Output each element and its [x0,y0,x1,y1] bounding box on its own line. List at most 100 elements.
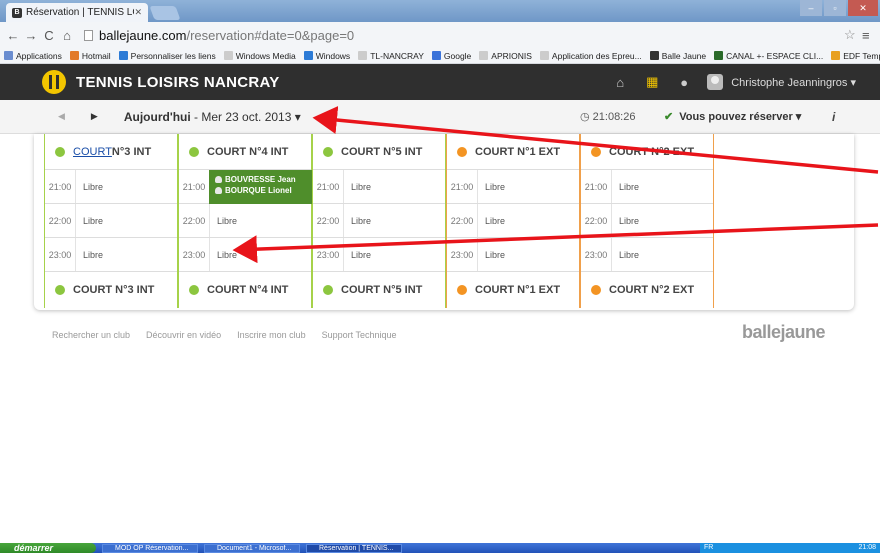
reserve-dropdown[interactable]: ✔ Vous pouvez réserver ▾ [664,100,801,134]
court-header[interactable]: COURT N°3 INT [45,134,177,170]
time-slot[interactable]: 22:00 Libre [45,204,177,238]
slot-divider [343,238,344,271]
slot-status: Libre [217,215,238,226]
time-slot[interactable]: 21:00 BOUVRESSE Jean BOURQUE Lionel [179,170,313,204]
url-domain: ballejaune.com [99,27,187,43]
taskbar-task[interactable]: Réservation | TENNIS... [306,543,402,553]
taskbar-task[interactable]: Document1 - Microsof... [204,543,300,553]
address-bar[interactable]: ballejaune.com/reservation#date=0&page=0 [84,26,844,44]
maximize-window-button[interactable]: ▫ [824,0,846,16]
bookmark-item[interactable]: CANAL +- ESPACE CLI... [714,51,823,61]
court-footer: COURT N°2 EXT [581,272,713,308]
club-name[interactable]: TENNIS LOISIRS NANCRAY [76,74,280,91]
court-footer-name: COURT N°3 INT [73,284,155,296]
bookmark-star-icon[interactable]: ☆ [844,27,862,43]
back-arrow-icon[interactable]: ← [6,28,20,43]
chrome-menu-icon[interactable]: ≡ [862,28,876,43]
bookmark-item[interactable]: Personnaliser les liens [118,51,216,61]
time-label: 21:08:26 [592,111,636,123]
bookmark-item[interactable]: EDF Tempo [831,51,880,61]
club-logo-icon[interactable] [42,70,66,94]
footer-link[interactable]: Découvrir en vidéo [146,330,221,340]
bookmark-item[interactable]: TL-NANCRAY [358,51,424,61]
booking-block[interactable]: BOUVRESSE Jean BOURQUE Lionel [209,170,313,204]
court-name: COURT N°1 EXT [475,145,561,158]
next-day-icon[interactable]: ▶ [91,111,98,122]
time-slot[interactable]: 22:00 Libre [581,204,713,238]
time-slot[interactable]: 22:00 Libre [313,204,445,238]
time-slot[interactable]: 21:00 Libre [45,170,177,204]
windows-taskbar: démarrer MOD OP Réservation... Document1 … [0,543,880,553]
new-tab-button[interactable] [149,6,181,20]
reload-icon[interactable]: C [42,28,56,43]
slot-status: Libre [83,215,104,226]
bookmark-icon [539,51,549,60]
bookmark-item[interactable]: Windows [303,50,351,61]
court-header[interactable]: COURT N°4 INT [179,134,311,170]
time-slot[interactable]: 23:00 Libre [447,238,579,272]
home-icon[interactable]: ⌂ [60,28,74,43]
avatar[interactable] [707,74,724,90]
court-header[interactable]: COURT N°5 INT [313,134,445,170]
app-header: TENNIS LOISIRS NANCRAY ⌂ ▦ ● Christophe … [0,64,880,100]
home-icon[interactable]: ⌂ [609,75,631,90]
time-slot[interactable]: 21:00 Libre [313,170,445,204]
bookmark-item[interactable]: Google [431,51,471,61]
start-button[interactable]: démarrer [0,543,96,553]
time-slot[interactable]: 22:00 Libre [447,204,579,238]
slot-time: 22:00 [316,215,340,226]
time-slot[interactable]: 23:00 Libre [45,238,177,272]
tray-language[interactable]: FR [704,543,713,553]
previous-day-icon[interactable]: ◀ [58,111,65,122]
forward-arrow-icon[interactable]: → [24,28,38,43]
court-column: COURT N°3 INT 21:00 Libre 22:00 Libre 23:00 Li… [44,134,178,308]
time-slot[interactable]: 23:00 Libre [581,238,713,272]
slot-divider [477,170,478,203]
bookmark-item[interactable]: Balle Jaune [649,51,706,61]
bookmark-item[interactable]: Hotmail [69,51,111,61]
footer-link[interactable]: Support Technique [322,330,397,340]
info-icon[interactable]: i [832,100,835,134]
time-slot[interactable]: 21:00 Libre [581,170,713,204]
bookmark-label: Windows [315,50,351,61]
time-slot[interactable]: 22:00 Libre [179,204,311,238]
window-controls: – ▫ ✕ [798,0,878,16]
bookmark-label: APRIONIS [491,50,532,61]
reserve-label: Vous pouvez réserver ▾ [679,111,802,123]
taskbar-task[interactable]: MOD OP Réservation... [102,543,198,553]
footer-link[interactable]: Inscrire mon club [237,330,306,340]
slot-divider [75,204,76,237]
bookmark-item[interactable]: APRIONIS [479,51,532,61]
slot-time: 21:00 [584,181,608,192]
time-slot[interactable]: 21:00 Libre [447,170,579,204]
bookmark-item[interactable]: Applications [4,51,62,61]
bookmark-item[interactable]: Application des Epreu... [539,51,642,61]
close-tab-icon[interactable]: ✕ [134,7,142,18]
browser-tab[interactable]: B Réservation | TENNIS LOISI ✕ [6,3,148,22]
time-slot[interactable]: 23:00 Libre [179,238,311,272]
close-window-button[interactable]: ✕ [848,0,878,16]
court-header[interactable]: COURT N°2 EXT [581,134,713,170]
calendar-icon[interactable]: ▦ [641,74,663,90]
time-slot[interactable]: 23:00 Libre [313,238,445,272]
booked-player: BOURQUE Lionel [215,185,307,196]
slot-time: 22:00 [450,215,474,226]
court-footer: COURT N°4 INT [179,272,311,308]
user-menu[interactable]: Christophe Jeanningros ▾ [731,76,856,89]
date-selector[interactable]: Aujourd'hui - Mer 23 oct. 2013 ▾ [124,110,301,124]
slot-status: Libre [619,181,640,192]
court-header[interactable]: COURT N°1 EXT [447,134,579,170]
chat-icon[interactable]: ● [673,75,695,90]
footer-link[interactable]: Rechercher un club [52,330,130,340]
minimize-window-button[interactable]: – [800,0,822,16]
court-status-dot-icon [457,146,467,157]
slot-time: 22:00 [182,215,206,226]
court-link[interactable]: COURT [73,146,112,158]
footer-links: Rechercher un club Découvrir en vidéo Insc… [52,330,413,340]
bookmark-icon [831,51,841,60]
ballejaune-logo[interactable]: ballejaune [742,322,826,343]
court-footer: COURT N°1 EXT [447,272,579,308]
bookmark-item[interactable]: Windows Media [223,51,296,61]
court-status-dot-icon [189,285,199,295]
slot-divider [611,204,612,237]
